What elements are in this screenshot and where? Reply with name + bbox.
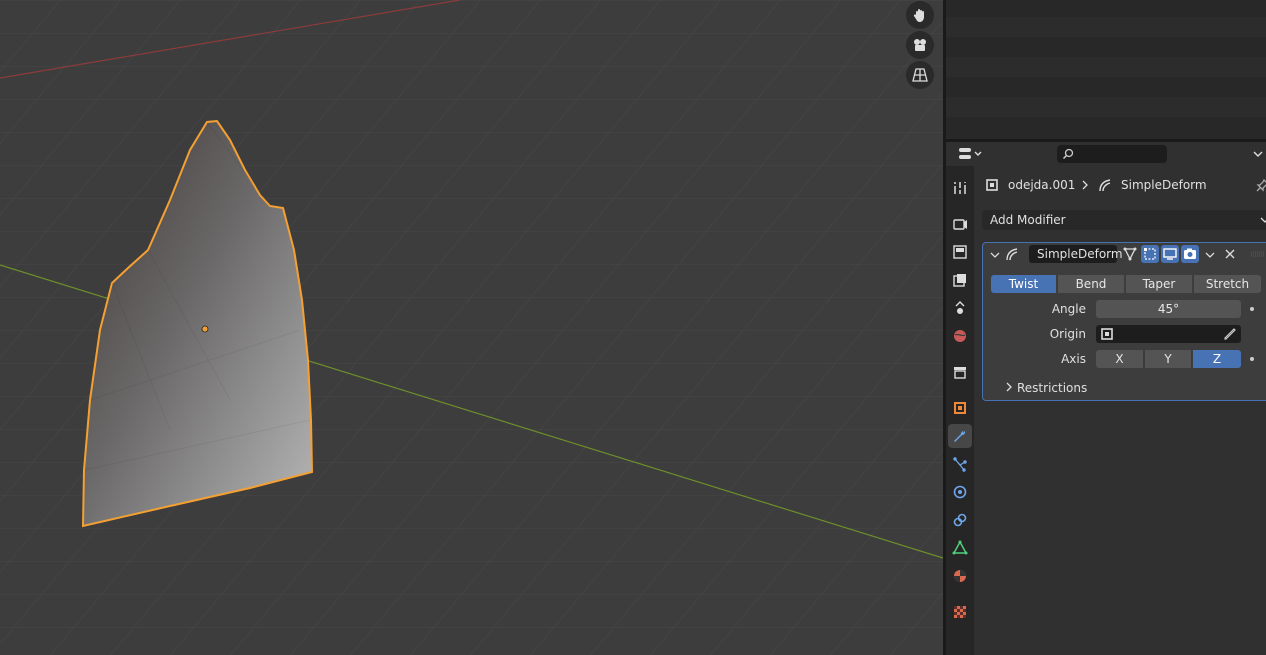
chevron-right-icon [1006,382,1012,392]
modifier-panel: SimpleDeform Twist Bend Taper Stretch An… [982,242,1266,401]
twist-mode-button[interactable]: Twist [991,275,1056,293]
restrictions-subpanel[interactable]: Restrictions [983,376,1266,398]
view-layer-tab-icon[interactable] [948,268,972,292]
physics-tab-icon[interactable] [948,480,972,504]
properties-header [946,142,1266,166]
drag-handle-icon[interactable] [1251,251,1265,257]
mesh-data-tab-icon[interactable] [948,536,972,560]
chevron-right-icon [1082,180,1088,190]
pin-icon[interactable] [1256,178,1266,192]
breadcrumb: odejda.001 SimpleDeform [974,175,1266,195]
render-toggle-camera-icon[interactable] [1181,245,1199,263]
collection-tab-icon[interactable] [948,360,972,384]
world-tab-icon[interactable] [948,324,972,348]
modifier-name-text: SimpleDeform [1037,247,1123,261]
modifier-name-input[interactable]: SimpleDeform [1029,245,1123,263]
search-icon [1062,148,1074,160]
scene-tab-icon[interactable] [948,296,972,320]
add-modifier-label: Add Modifier [990,213,1066,227]
add-modifier-dropdown[interactable]: Add Modifier [982,210,1266,230]
simple-deform-modifier-icon [1006,248,1018,261]
axis-z-button[interactable]: Z [1193,350,1241,368]
particles-tab-icon[interactable] [948,452,972,476]
properties-content: odejda.001 SimpleDeform Add Modifier Sim… [974,166,1266,655]
constraints-tab-icon[interactable] [948,508,972,532]
collapse-chevron-down-icon[interactable] [990,251,1000,259]
restrictions-label: Restrictions [1017,381,1088,395]
viewport-display-toggle-icon[interactable] [1161,245,1179,263]
editor-type-icon[interactable] [956,145,986,163]
render-tab-icon[interactable] [948,212,972,236]
close-icon[interactable] [1225,249,1235,259]
modifiers-wrench-tab-icon[interactable] [948,424,972,448]
modifier-menu-chevron-down-icon[interactable] [1205,251,1215,259]
axis-y-button[interactable]: Y [1145,350,1191,368]
outliner-panel[interactable] [946,0,1266,139]
edit-mode-toggle-icon[interactable] [1121,245,1139,263]
simple-deform-icon [1099,179,1111,192]
bend-mode-button[interactable]: Bend [1058,275,1124,293]
axis-x-button[interactable]: X [1096,350,1143,368]
3d-viewport[interactable] [0,0,943,655]
pan-view-hand-icon[interactable] [906,1,934,29]
angle-label: Angle [1051,302,1086,316]
object-icon [986,179,998,191]
origin-label: Origin [1049,327,1086,341]
on-cage-toggle-icon[interactable] [1141,245,1159,263]
origin-object-field[interactable] [1096,325,1241,343]
properties-editor: odejda.001 SimpleDeform Add Modifier Sim… [946,142,1266,655]
viewport-scene[interactable] [0,0,943,655]
axis-keyframe-dot-icon[interactable] [1250,357,1254,361]
object-tab-icon[interactable] [948,396,972,420]
chevron-down-icon [1260,217,1266,223]
texture-tab-icon[interactable] [948,600,972,624]
options-chevron-down-icon[interactable] [1250,145,1266,163]
properties-tabs [946,166,974,655]
breadcrumb-object-name: odejda.001 [1008,178,1076,192]
object-icon [1101,328,1113,340]
eyedropper-icon[interactable] [1224,328,1236,340]
angle-value-field[interactable]: 45° [1096,300,1241,318]
angle-keyframe-dot-icon[interactable] [1250,307,1254,311]
tool-tab-icon[interactable] [948,176,972,200]
axis-label: Axis [1061,352,1086,366]
camera-view-icon[interactable] [906,31,934,59]
material-tab-icon[interactable] [948,564,972,588]
breadcrumb-modifier-name: SimpleDeform [1121,178,1207,192]
stretch-mode-button[interactable]: Stretch [1194,275,1261,293]
object-origin [201,325,209,333]
properties-search-input[interactable] [1057,145,1167,163]
taper-mode-button[interactable]: Taper [1126,275,1192,293]
perspective-grid-icon[interactable] [906,61,934,89]
output-tab-icon[interactable] [948,240,972,264]
